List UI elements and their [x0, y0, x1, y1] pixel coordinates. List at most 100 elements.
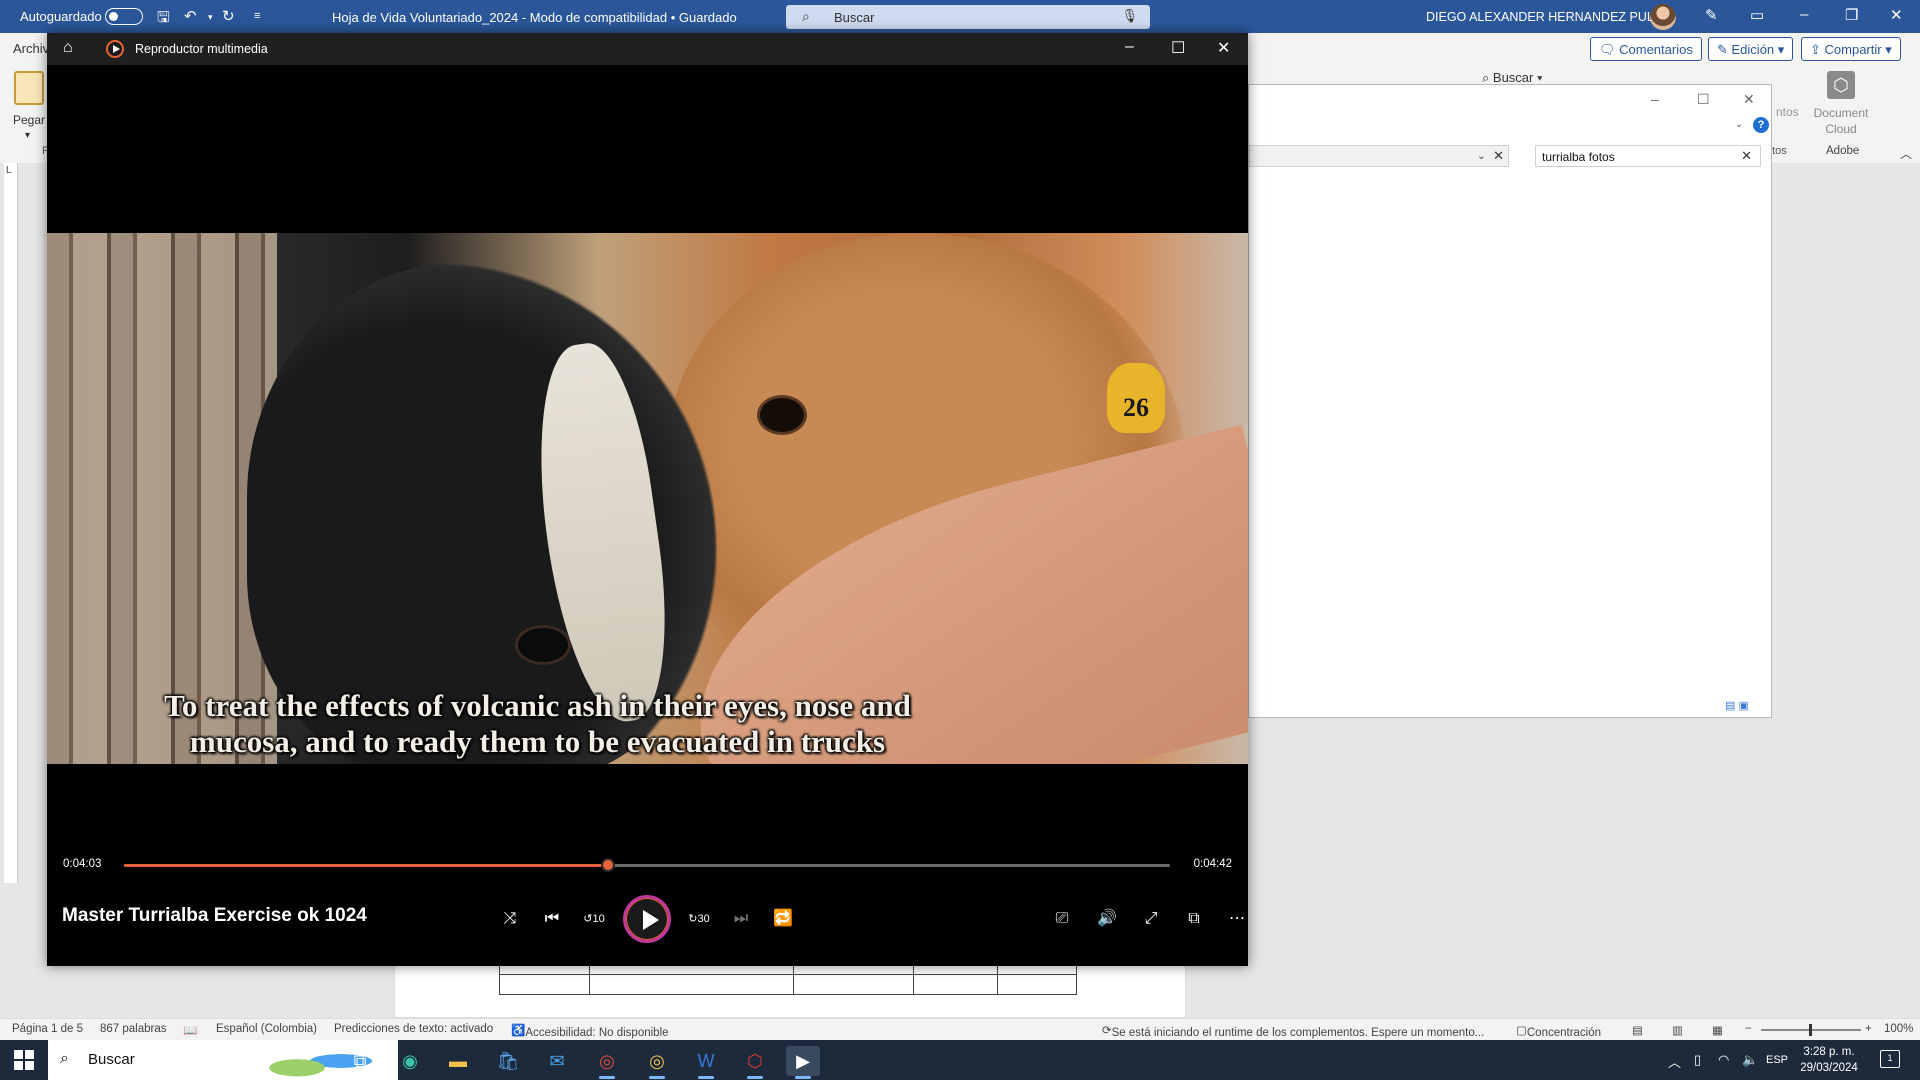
microphone-icon[interactable]: 🎙: [1121, 8, 1138, 24]
adobe-group-label: Adobe: [1826, 145, 1860, 157]
word-search-box[interactable]: ⌕ Buscar 🎙: [786, 5, 1150, 29]
input-language[interactable]: ESP: [1766, 1054, 1788, 1066]
print-layout-icon[interactable]: ▥: [1672, 1023, 1683, 1037]
autosave-toggle[interactable]: [105, 8, 143, 25]
next-icon[interactable]: ⏭: [727, 905, 755, 933]
save-icon[interactable]: 🖫: [157, 7, 170, 32]
more-options-icon[interactable]: ⋯: [1223, 905, 1251, 933]
chevron-down-icon[interactable]: ⌄: [1735, 119, 1743, 130]
fullscreen-icon[interactable]: ⤢: [1137, 905, 1165, 933]
clock[interactable]: 3:28 p. m. 29/03/2024: [1794, 1044, 1864, 1076]
comments-button[interactable]: 🗨 Comentarios: [1590, 37, 1702, 61]
home-icon[interactable]: ⌂: [63, 39, 73, 57]
repeat-icon[interactable]: 🔁: [769, 905, 797, 933]
chrome-profile-icon[interactable]: ◎: [640, 1046, 674, 1079]
seek-bar-thumb[interactable]: [601, 858, 616, 872]
store-icon[interactable]: 🛍: [491, 1046, 525, 1076]
close-icon[interactable]: ✕: [1743, 91, 1755, 108]
search-input[interactable]: turrialba fotos ✕: [1535, 145, 1761, 167]
zoom-in-icon[interactable]: +: [1865, 1023, 1872, 1035]
maximize-icon[interactable]: ☐: [1171, 38, 1185, 58]
minimize-icon[interactable]: –: [1125, 38, 1134, 56]
file-explorer-icon[interactable]: ▬: [441, 1046, 475, 1076]
share-label: Compartir: [1824, 42, 1882, 57]
notification-icon[interactable]: 1: [1880, 1050, 1900, 1068]
windows-taskbar: ⌕ Buscar ⧉ ◉ ▬ 🛍 ✉ ◎ ◎ W ⬡ ▶ ︿ ▯ ◠ 🔈 ESP…: [0, 1040, 1920, 1080]
web-layout-icon[interactable]: ▦: [1712, 1023, 1723, 1037]
view-mode-icons[interactable]: ▤ ▣: [1725, 699, 1749, 712]
customize-qat-icon[interactable]: ≡: [254, 10, 260, 22]
volume-icon[interactable]: 🔊: [1093, 905, 1121, 933]
accessibility-status[interactable]: ♿ Accesibilidad: No disponible: [511, 1023, 669, 1039]
show-hidden-icons-icon[interactable]: ︿: [1668, 1052, 1681, 1071]
seek-bar[interactable]: [124, 858, 1170, 872]
chevron-down-icon[interactable]: ▾: [25, 130, 30, 141]
language-status[interactable]: Español (Colombia): [216, 1023, 317, 1035]
editing-button[interactable]: ✎ Edición ▾: [1708, 37, 1794, 61]
zoom-out-icon[interactable]: −: [1745, 1023, 1752, 1035]
mail-icon[interactable]: ✉: [540, 1046, 574, 1076]
proofing-icon[interactable]: 📖: [183, 1023, 197, 1037]
clipboard-icon[interactable]: [14, 71, 44, 105]
read-mode-icon[interactable]: ▤: [1632, 1023, 1643, 1037]
zoom-level[interactable]: 100%: [1884, 1023, 1913, 1035]
network-icon[interactable]: ◠: [1718, 1052, 1729, 1068]
play-button[interactable]: [623, 895, 671, 943]
close-icon[interactable]: ✕: [1890, 6, 1903, 24]
undo-dropdown-icon[interactable]: ▾: [208, 12, 213, 23]
clear-search-icon[interactable]: ✕: [1741, 148, 1752, 164]
maximize-icon[interactable]: ☐: [1697, 91, 1710, 108]
autosave-label: Autoguardado: [20, 9, 102, 24]
account-name[interactable]: DIEGO ALEXANDER HERNANDEZ PULIDO: [1426, 10, 1676, 24]
paste-label[interactable]: Pegar: [13, 113, 45, 127]
skip-back-button[interactable]: ↺10: [580, 905, 608, 933]
collapse-ribbon-icon[interactable]: ︿: [1900, 145, 1912, 162]
close-icon[interactable]: ✕: [1217, 38, 1230, 58]
chrome-icon[interactable]: ◎: [590, 1046, 624, 1079]
minimize-icon[interactable]: –: [1651, 91, 1659, 107]
share-button[interactable]: ⇪ Compartir ▾: [1801, 37, 1901, 61]
clock-time: 3:28 p. m.: [1803, 1046, 1855, 1058]
miniplayer-icon[interactable]: ⧉: [1180, 905, 1208, 933]
subtitles-icon[interactable]: ⎚: [1048, 905, 1076, 933]
focus-mode-button[interactable]: ▢ Concentración: [1516, 1023, 1601, 1039]
volume-icon[interactable]: 🔈: [1742, 1052, 1758, 1068]
media-player-icon[interactable]: ▶: [786, 1046, 820, 1079]
acrobat-icon[interactable]: ⬡: [738, 1046, 772, 1079]
windows-start-icon[interactable]: [14, 1050, 34, 1070]
document-title[interactable]: Hoja de Vida Voluntariado_2024 - Modo de…: [332, 10, 737, 25]
page-count[interactable]: Página 1 de 5: [12, 1023, 83, 1035]
word-icon[interactable]: W: [689, 1046, 723, 1079]
text-predictions-status[interactable]: Predicciones de texto: activado: [334, 1023, 493, 1035]
partial-button-label[interactable]: ntos: [1776, 105, 1799, 119]
media-player-window: ⌂ Reproductor multimedia – ☐ ✕ 26 To tre…: [47, 33, 1248, 966]
vertical-ruler: L: [4, 163, 18, 883]
tab-file[interactable]: Archiv: [13, 41, 49, 56]
minimize-icon[interactable]: –: [1800, 6, 1808, 23]
avatar[interactable]: [1650, 4, 1676, 30]
playback-controls: 0:04:03 0:04:42 Master Turrialba Exercis…: [47, 847, 1248, 966]
clear-icon[interactable]: ✕: [1493, 148, 1504, 164]
redo-icon[interactable]: ↻: [222, 7, 235, 25]
acrobat-icon[interactable]: ⬡: [1827, 71, 1855, 99]
help-icon[interactable]: ?: [1753, 117, 1769, 133]
edge-icon[interactable]: ◉: [393, 1046, 427, 1076]
skip-forward-button[interactable]: ↻30: [685, 905, 713, 933]
chevron-down-icon[interactable]: ⌄: [1477, 149, 1486, 162]
word-titlebar: Autoguardado 🖫 ↶ ▾ ↻ ≡ Hoja de Vida Volu…: [0, 0, 1920, 33]
tab-selector-icon[interactable]: L: [6, 165, 12, 176]
zoom-slider[interactable]: [1761, 1024, 1861, 1036]
previous-icon[interactable]: ⏮: [538, 905, 566, 933]
undo-icon[interactable]: ↶: [184, 7, 197, 25]
path-field[interactable]: ⌄ ✕: [1249, 145, 1509, 167]
restore-icon[interactable]: ❐: [1845, 6, 1858, 24]
search-pane-window: – ☐ ✕ ⌄ ? ⌄ ✕ turrialba fotos ✕ ▤ ▣: [1248, 84, 1772, 718]
pen-icon[interactable]: ✎: [1705, 6, 1718, 24]
word-count[interactable]: 867 palabras: [100, 1023, 167, 1035]
task-view-icon[interactable]: ⧉: [343, 1046, 377, 1076]
shuffle-icon[interactable]: ⤨: [496, 905, 524, 933]
video-frame[interactable]: 26 To treat the effects of volcanic ash …: [47, 233, 1248, 764]
device-icon[interactable]: ▯: [1694, 1052, 1701, 1068]
ribbon-display-icon[interactable]: ▭: [1750, 6, 1764, 24]
document-cloud-label[interactable]: Document Cloud: [1806, 105, 1876, 137]
